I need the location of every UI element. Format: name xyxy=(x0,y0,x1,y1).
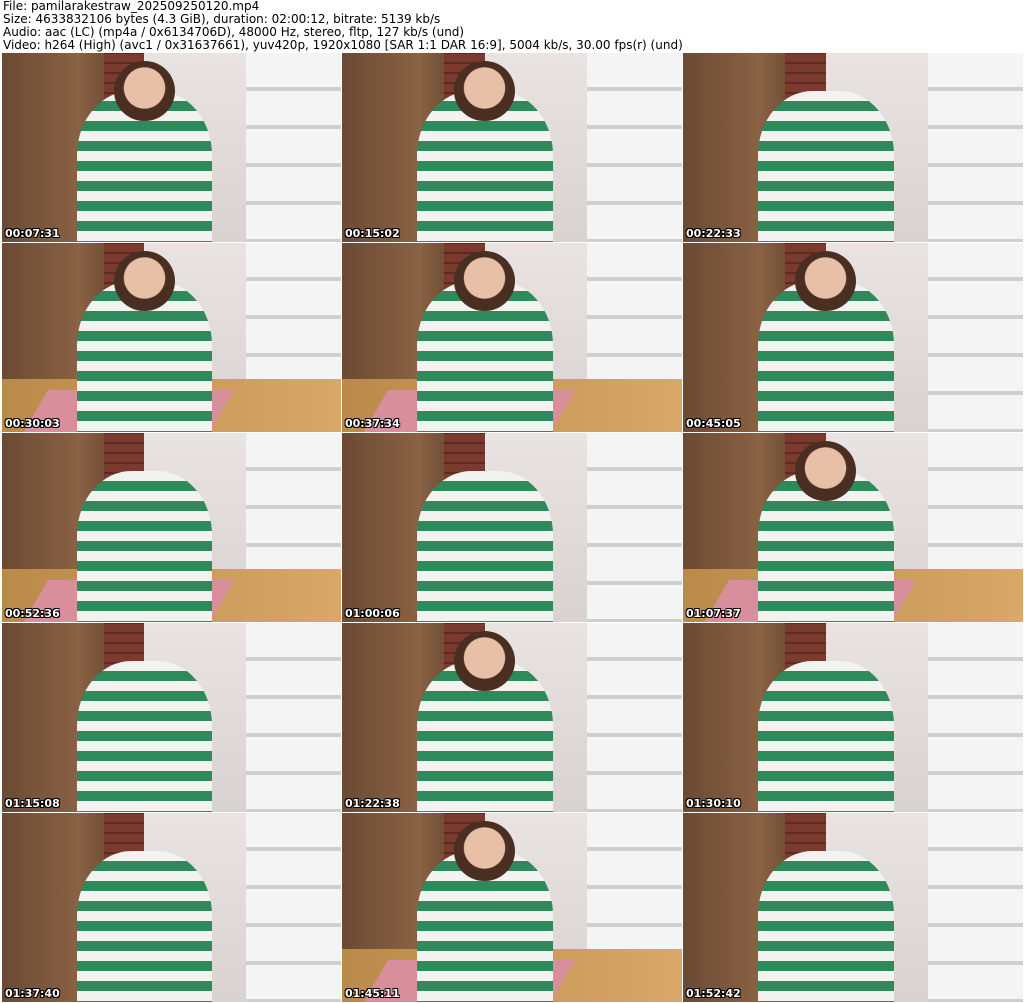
video-thumbnail: 00:45:05 xyxy=(683,243,1023,432)
thumbnail-timestamp: 01:00:06 xyxy=(345,607,400,620)
video-thumbnail: 00:07:31 xyxy=(2,53,341,242)
video-thumbnail: 01:07:37 xyxy=(683,433,1023,622)
video-thumbnail: 01:45:11 xyxy=(342,813,682,1002)
video-thumbnail: 01:30:10 xyxy=(683,623,1023,812)
video-thumbnail: 00:30:03 xyxy=(2,243,341,432)
thumbnail-timestamp: 00:22:33 xyxy=(686,227,741,240)
file-info-header: File: pamilarakestraw_202509250120.mp4 S… xyxy=(3,0,683,52)
video-thumbnail: 01:37:40 xyxy=(2,813,341,1002)
video-info: Video: h264 (High) (avc1 / 0x31637661), … xyxy=(3,38,683,52)
thumbnail-timestamp: 00:30:03 xyxy=(5,417,60,430)
video-thumbnail: 00:52:36 xyxy=(2,433,341,622)
thumbnail-timestamp: 01:15:08 xyxy=(5,797,60,810)
video-thumbnail: 01:22:38 xyxy=(342,623,682,812)
thumbnail-timestamp: 01:37:40 xyxy=(5,987,60,1000)
video-thumbnail: 00:37:34 xyxy=(342,243,682,432)
thumbnail-timestamp: 00:45:05 xyxy=(686,417,741,430)
video-thumbnail: 01:15:08 xyxy=(2,623,341,812)
thumbnail-timestamp: 00:37:34 xyxy=(345,417,400,430)
video-thumbnail: 01:52:42 xyxy=(683,813,1023,1002)
thumbnail-timestamp: 01:07:37 xyxy=(686,607,741,620)
thumbnail-timestamp: 00:52:36 xyxy=(5,607,60,620)
thumbnail-timestamp: 00:07:31 xyxy=(5,227,60,240)
thumbnail-timestamp: 01:52:42 xyxy=(686,987,741,1000)
video-thumbnail: 01:00:06 xyxy=(342,433,682,622)
thumbnail-timestamp: 00:15:02 xyxy=(345,227,400,240)
video-thumbnail: 00:22:33 xyxy=(683,53,1023,242)
thumbnail-timestamp: 01:22:38 xyxy=(345,797,400,810)
video-thumbnail: 00:15:02 xyxy=(342,53,682,242)
thumbnail-grid: 00:07:31 00:15:02 00:22:33 00:30:03 00:37:34… xyxy=(2,53,1023,1002)
thumbnail-timestamp: 01:45:11 xyxy=(345,987,400,1000)
thumbnail-timestamp: 01:30:10 xyxy=(686,797,741,810)
